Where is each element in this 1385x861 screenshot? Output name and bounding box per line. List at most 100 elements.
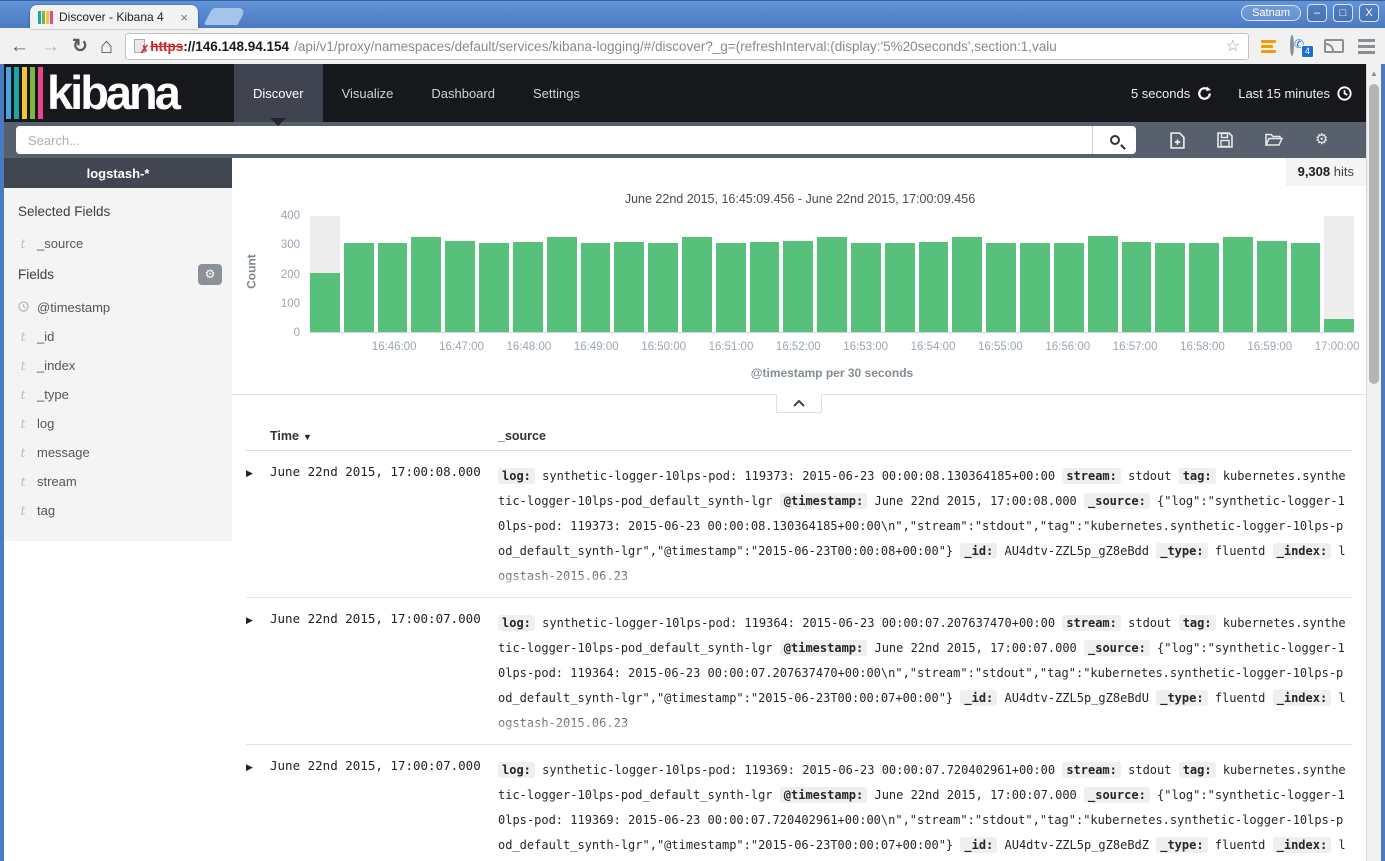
field-item-id[interactable]: t_id	[4, 322, 232, 351]
field-item-message[interactable]: tmessage	[4, 438, 232, 467]
histogram-bar[interactable]	[817, 237, 847, 332]
browser-menu-icon[interactable]	[1358, 39, 1375, 54]
collapse-chart-button[interactable]	[776, 394, 822, 413]
open-search-button[interactable]	[1265, 132, 1283, 149]
histogram-bin	[851, 216, 881, 332]
expand-caret-icon[interactable]: ▶	[246, 464, 270, 589]
field-item-source[interactable]: t_source	[4, 229, 232, 258]
histogram-bar[interactable]	[1122, 242, 1152, 332]
histogram-bar[interactable]	[1088, 236, 1118, 332]
insecure-page-icon[interactable]: ✗	[134, 39, 145, 53]
histogram-bar[interactable]	[783, 241, 813, 332]
time-range-control[interactable]: Last 15 minutes	[1238, 86, 1352, 101]
hits-count: 9,308 hits	[1286, 158, 1366, 186]
string-type-icon: t	[18, 475, 28, 489]
histogram-bar[interactable]	[479, 243, 509, 332]
histogram-bar[interactable]	[1189, 243, 1219, 332]
histogram-bar[interactable]	[1324, 319, 1354, 332]
time-column-header[interactable]: Time▼	[246, 429, 498, 443]
field-badge-id: _id:	[960, 543, 997, 559]
x-tick-label: 16:49:00	[574, 341, 619, 353]
search-submit-button[interactable]	[1092, 126, 1136, 154]
table-row: ▶June 22nd 2015, 17:00:07.000log: synthe…	[246, 745, 1352, 861]
close-button[interactable]: X	[1359, 4, 1379, 22]
chevron-up-icon	[793, 400, 805, 407]
histogram-bar[interactable]	[411, 237, 441, 332]
histogram-bar[interactable]	[1020, 243, 1050, 332]
histogram-bin	[1020, 216, 1050, 332]
field-badge-stream: stream:	[1062, 468, 1121, 484]
kibana-logo: kibana	[4, 64, 234, 122]
nav-tab-settings[interactable]: Settings	[514, 64, 599, 122]
histogram-bin	[1054, 216, 1084, 332]
histogram-bar[interactable]	[682, 237, 712, 332]
histogram-bin	[716, 216, 746, 332]
histogram-bar[interactable]	[581, 243, 611, 332]
extension-hangouts-icon[interactable]: ✆ 4	[1290, 37, 1310, 55]
histogram-bar[interactable]	[445, 241, 475, 332]
histogram-bar[interactable]	[885, 243, 915, 332]
field-settings-gear-button[interactable]: ⚙	[198, 264, 222, 285]
histogram-bar[interactable]	[851, 243, 881, 332]
scroll-up-icon[interactable]: ▲	[1367, 64, 1381, 78]
field-item-timestamp[interactable]: @timestamp	[4, 293, 232, 322]
histogram-bar[interactable]	[750, 242, 780, 332]
back-icon[interactable]: ←	[10, 37, 29, 56]
histogram-bin	[445, 216, 475, 332]
profile-chip[interactable]: Satnam	[1241, 5, 1301, 21]
new-tab-button[interactable]	[203, 8, 246, 25]
field-item-type[interactable]: t_type	[4, 380, 232, 409]
histogram-bar[interactable]	[986, 243, 1016, 332]
nav-tab-visualize[interactable]: Visualize	[323, 64, 413, 122]
minimize-button[interactable]: –	[1307, 4, 1327, 22]
page-scrollbar[interactable]: ▲	[1366, 64, 1381, 861]
save-search-button[interactable]	[1217, 132, 1233, 149]
histogram-bar[interactable]	[1257, 241, 1287, 332]
histogram-bar[interactable]	[614, 242, 644, 332]
reload-icon[interactable]: ↻	[72, 37, 88, 56]
discover-content: 9,308 hits June 22nd 2015, 16:45:09.456 …	[232, 158, 1366, 861]
forward-icon[interactable]: →	[41, 37, 60, 56]
histogram-bar[interactable]	[513, 242, 543, 332]
field-item-log[interactable]: tlog	[4, 409, 232, 438]
histogram-bar[interactable]	[952, 237, 982, 332]
field-item-index[interactable]: t_index	[4, 351, 232, 380]
field-item-tag[interactable]: ttag	[4, 496, 232, 525]
home-icon[interactable]: ⌂	[100, 35, 113, 57]
expand-caret-icon[interactable]: ▶	[246, 611, 270, 736]
histogram-bar[interactable]	[1155, 243, 1185, 332]
field-name: log	[37, 416, 54, 431]
string-type-icon: t	[18, 504, 28, 518]
histogram-bar[interactable]	[648, 243, 678, 332]
field-item-stream[interactable]: tstream	[4, 467, 232, 496]
clock-icon	[18, 301, 28, 315]
histogram-bar[interactable]	[919, 242, 949, 332]
histogram-bar[interactable]	[1054, 243, 1084, 332]
nav-tab-discover[interactable]: Discover	[234, 64, 323, 122]
histogram-bar[interactable]	[1291, 243, 1321, 332]
histogram-bar[interactable]	[378, 243, 408, 332]
bookmark-star-icon[interactable]: ☆	[1226, 36, 1240, 56]
maximize-button[interactable]: □	[1333, 4, 1353, 22]
field-name: _id	[37, 329, 54, 344]
scrollbar-thumb[interactable]	[1369, 84, 1379, 384]
new-search-button[interactable]	[1170, 132, 1185, 149]
extension-sessions-icon[interactable]	[1261, 40, 1276, 53]
histogram-bar[interactable]	[716, 243, 746, 332]
tab-close-icon[interactable]: ×	[178, 10, 190, 25]
cast-icon[interactable]	[1324, 39, 1344, 53]
url-bar[interactable]: ✗ https://146.148.94.154 /api/v1/proxy/n…	[125, 33, 1249, 60]
histogram-bin	[682, 216, 712, 332]
selected-fields-heading: Selected Fields	[4, 202, 232, 229]
histogram-bar[interactable]	[1223, 237, 1253, 332]
browser-tab[interactable]: Discover - Kibana 4 ×	[30, 5, 198, 29]
histogram-bar[interactable]	[310, 273, 340, 332]
histogram-bar[interactable]	[547, 237, 577, 332]
histogram-bar[interactable]	[344, 243, 374, 332]
settings-gear-button[interactable]: ⚙	[1315, 132, 1328, 149]
x-tick-label: 16:59:00	[1247, 341, 1292, 353]
expand-caret-icon[interactable]: ▶	[246, 758, 270, 861]
refresh-interval-control[interactable]: 5 seconds	[1131, 86, 1212, 101]
nav-tab-dashboard[interactable]: Dashboard	[412, 64, 514, 122]
search-input[interactable]	[16, 126, 1092, 154]
